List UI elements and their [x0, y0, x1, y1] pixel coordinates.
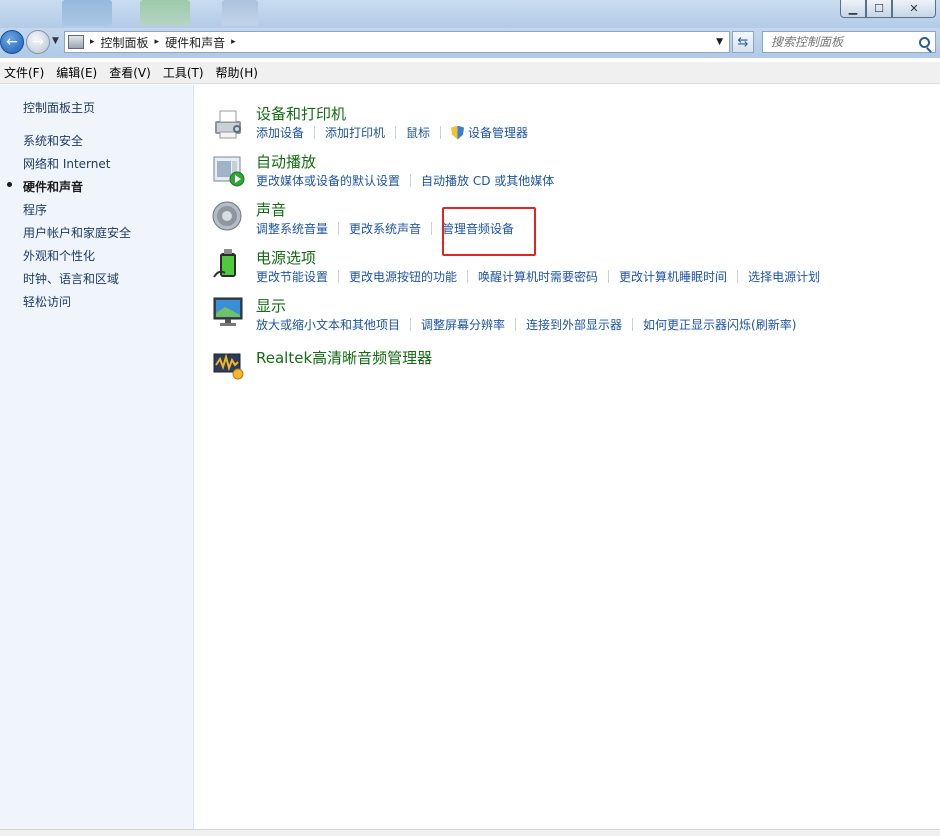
- menu-tools[interactable]: 工具(T): [159, 64, 212, 81]
- close-button[interactable]: ✕: [892, 0, 936, 18]
- menu-file[interactable]: 文件(F): [0, 64, 52, 81]
- printer-icon[interactable]: [211, 107, 245, 141]
- category-title-autoplay[interactable]: 自动播放: [256, 151, 316, 172]
- taskbar-thumbnail: [62, 0, 112, 26]
- battery-icon[interactable]: [211, 247, 245, 281]
- sidebar-item-programs[interactable]: 程序: [23, 201, 47, 218]
- refresh-button[interactable]: ⇆: [732, 31, 754, 53]
- link-mouse[interactable]: 鼠标: [406, 124, 430, 141]
- link-divider: [440, 126, 442, 139]
- link-add-device[interactable]: 添加设备: [256, 124, 304, 141]
- window-controls: ▁ ☐ ✕: [840, 0, 936, 18]
- menu-bar: 文件(F) 编辑(E) 查看(V) 工具(T) 帮助(H): [0, 62, 940, 84]
- link-divider: [410, 318, 412, 331]
- link-divider: [314, 126, 316, 139]
- link-add-printer[interactable]: 添加打印机: [325, 124, 385, 141]
- link-divider: [338, 222, 340, 235]
- main-content: 设备和打印机 添加设备 添加打印机 鼠标 设备管理器 自动播放 更改媒体或设备的…: [195, 85, 940, 836]
- address-bar[interactable]: ▸ 控制面板 ▸ 硬件和声音 ▸ ▼: [64, 31, 730, 53]
- sidebar-control-panel-home[interactable]: 控制面板主页: [23, 99, 95, 116]
- taskbar-thumbnail: [140, 0, 190, 26]
- link-divider: [395, 126, 397, 139]
- category-title-display[interactable]: 显示: [256, 295, 286, 316]
- link-fix-flicker[interactable]: 如何更正显示器闪烁(刷新率): [643, 316, 796, 333]
- sidebar-item-network[interactable]: 网络和 Internet: [23, 155, 110, 172]
- link-divider: [338, 270, 340, 283]
- highlight-box: [442, 207, 536, 256]
- sidebar-item-system-security[interactable]: 系统和安全: [23, 132, 83, 149]
- category-links-display: 放大或缩小文本和其他项目 调整屏幕分辨率 连接到外部显示器 如何更正显示器闪烁(…: [256, 316, 796, 333]
- control-panel-icon: [68, 35, 84, 49]
- sidebar-item-hardware-sound: 硬件和声音: [23, 180, 84, 194]
- sidebar: 控制面板主页 系统和安全 网络和 Internet 硬件和声音 程序 用户帐户和…: [0, 85, 194, 836]
- current-item-bullet: [7, 182, 12, 187]
- link-change-power-saving[interactable]: 更改节能设置: [256, 268, 328, 285]
- breadcrumb-chevron-icon[interactable]: ▸: [231, 37, 236, 47]
- breadcrumb-control-panel[interactable]: 控制面板: [101, 34, 149, 51]
- category-title-realtek[interactable]: Realtek高清晰音频管理器: [256, 347, 432, 368]
- back-button[interactable]: ←: [0, 30, 24, 54]
- back-arrow-icon: ←: [6, 34, 18, 50]
- sidebar-item-appearance[interactable]: 外观和个性化: [23, 247, 95, 264]
- category-title-devices-printers[interactable]: 设备和打印机: [256, 103, 346, 124]
- link-zoom-text[interactable]: 放大或缩小文本和其他项目: [256, 316, 400, 333]
- link-change-sleep-time[interactable]: 更改计算机睡眠时间: [619, 268, 727, 285]
- breadcrumb-chevron-icon[interactable]: ▸: [90, 37, 95, 47]
- menu-edit[interactable]: 编辑(E): [52, 64, 105, 81]
- link-divider: [737, 270, 739, 283]
- category-links-autoplay: 更改媒体或设备的默认设置 自动播放 CD 或其他媒体: [256, 172, 554, 189]
- autoplay-icon[interactable]: [211, 153, 245, 187]
- link-adjust-system-volume[interactable]: 调整系统音量: [256, 220, 328, 237]
- navigation-bar: ← → ▼ ▸ 控制面板 ▸ 硬件和声音 ▸ ▼ ⇆: [0, 28, 940, 58]
- link-divider: [410, 174, 412, 187]
- category-links-power-options: 更改节能设置 更改电源按钮的功能 唤醒计算机时需要密码 更改计算机睡眠时间 选择…: [256, 268, 820, 285]
- minimize-button[interactable]: ▁: [840, 0, 866, 18]
- link-divider: [467, 270, 469, 283]
- forward-button[interactable]: →: [26, 30, 50, 54]
- taskbar-thumbnail: [222, 0, 258, 26]
- title-bar: ▁ ☐ ✕: [0, 0, 940, 28]
- link-connect-external-display[interactable]: 连接到外部显示器: [526, 316, 622, 333]
- link-power-button-function[interactable]: 更改电源按钮的功能: [349, 268, 457, 285]
- link-choose-power-plan[interactable]: 选择电源计划: [748, 268, 820, 285]
- monitor-icon[interactable]: [211, 295, 245, 329]
- category-links-devices-printers: 添加设备 添加打印机 鼠标 设备管理器: [256, 124, 528, 141]
- maximize-icon: ☐: [874, 2, 884, 15]
- link-divider: [431, 222, 433, 235]
- sidebar-item-ease-of-access[interactable]: 轻松访问: [23, 293, 71, 310]
- sidebar-item-clock-region[interactable]: 时钟、语言和区域: [23, 270, 119, 287]
- category-title-power-options[interactable]: 电源选项: [256, 247, 316, 268]
- link-divider: [515, 318, 517, 331]
- breadcrumb-hardware-sound[interactable]: 硬件和声音: [165, 34, 225, 51]
- link-require-password-wake[interactable]: 唤醒计算机时需要密码: [478, 268, 598, 285]
- link-divider: [632, 318, 634, 331]
- speaker-icon[interactable]: [211, 199, 245, 233]
- link-change-system-sounds[interactable]: 更改系统声音: [349, 220, 421, 237]
- link-divider: [608, 270, 610, 283]
- uac-shield-icon: [451, 125, 465, 140]
- status-bar: [0, 829, 940, 836]
- address-dropdown-icon[interactable]: ▼: [716, 37, 723, 47]
- maximize-button[interactable]: ☐: [866, 0, 892, 18]
- minimize-icon: ▁: [848, 2, 858, 15]
- realtek-audio-icon[interactable]: [211, 347, 245, 381]
- link-device-manager[interactable]: 设备管理器: [468, 124, 528, 141]
- search-icon[interactable]: [919, 36, 930, 48]
- breadcrumb-chevron-icon[interactable]: ▸: [155, 37, 160, 47]
- link-adjust-resolution[interactable]: 调整屏幕分辨率: [421, 316, 505, 333]
- link-autoplay-cd[interactable]: 自动播放 CD 或其他媒体: [421, 172, 554, 189]
- category-title-sound[interactable]: 声音: [256, 199, 286, 220]
- menu-view[interactable]: 查看(V): [105, 64, 159, 81]
- close-icon: ✕: [909, 2, 919, 15]
- forward-arrow-icon: →: [32, 34, 44, 50]
- refresh-icon: ⇆: [737, 34, 749, 50]
- menu-help[interactable]: 帮助(H): [212, 64, 266, 81]
- search-box[interactable]: [762, 31, 936, 53]
- link-change-media-defaults[interactable]: 更改媒体或设备的默认设置: [256, 172, 400, 189]
- search-input[interactable]: [771, 35, 911, 49]
- sidebar-item-user-accounts[interactable]: 用户帐户和家庭安全: [23, 224, 131, 241]
- history-dropdown-icon[interactable]: ▼: [52, 36, 59, 46]
